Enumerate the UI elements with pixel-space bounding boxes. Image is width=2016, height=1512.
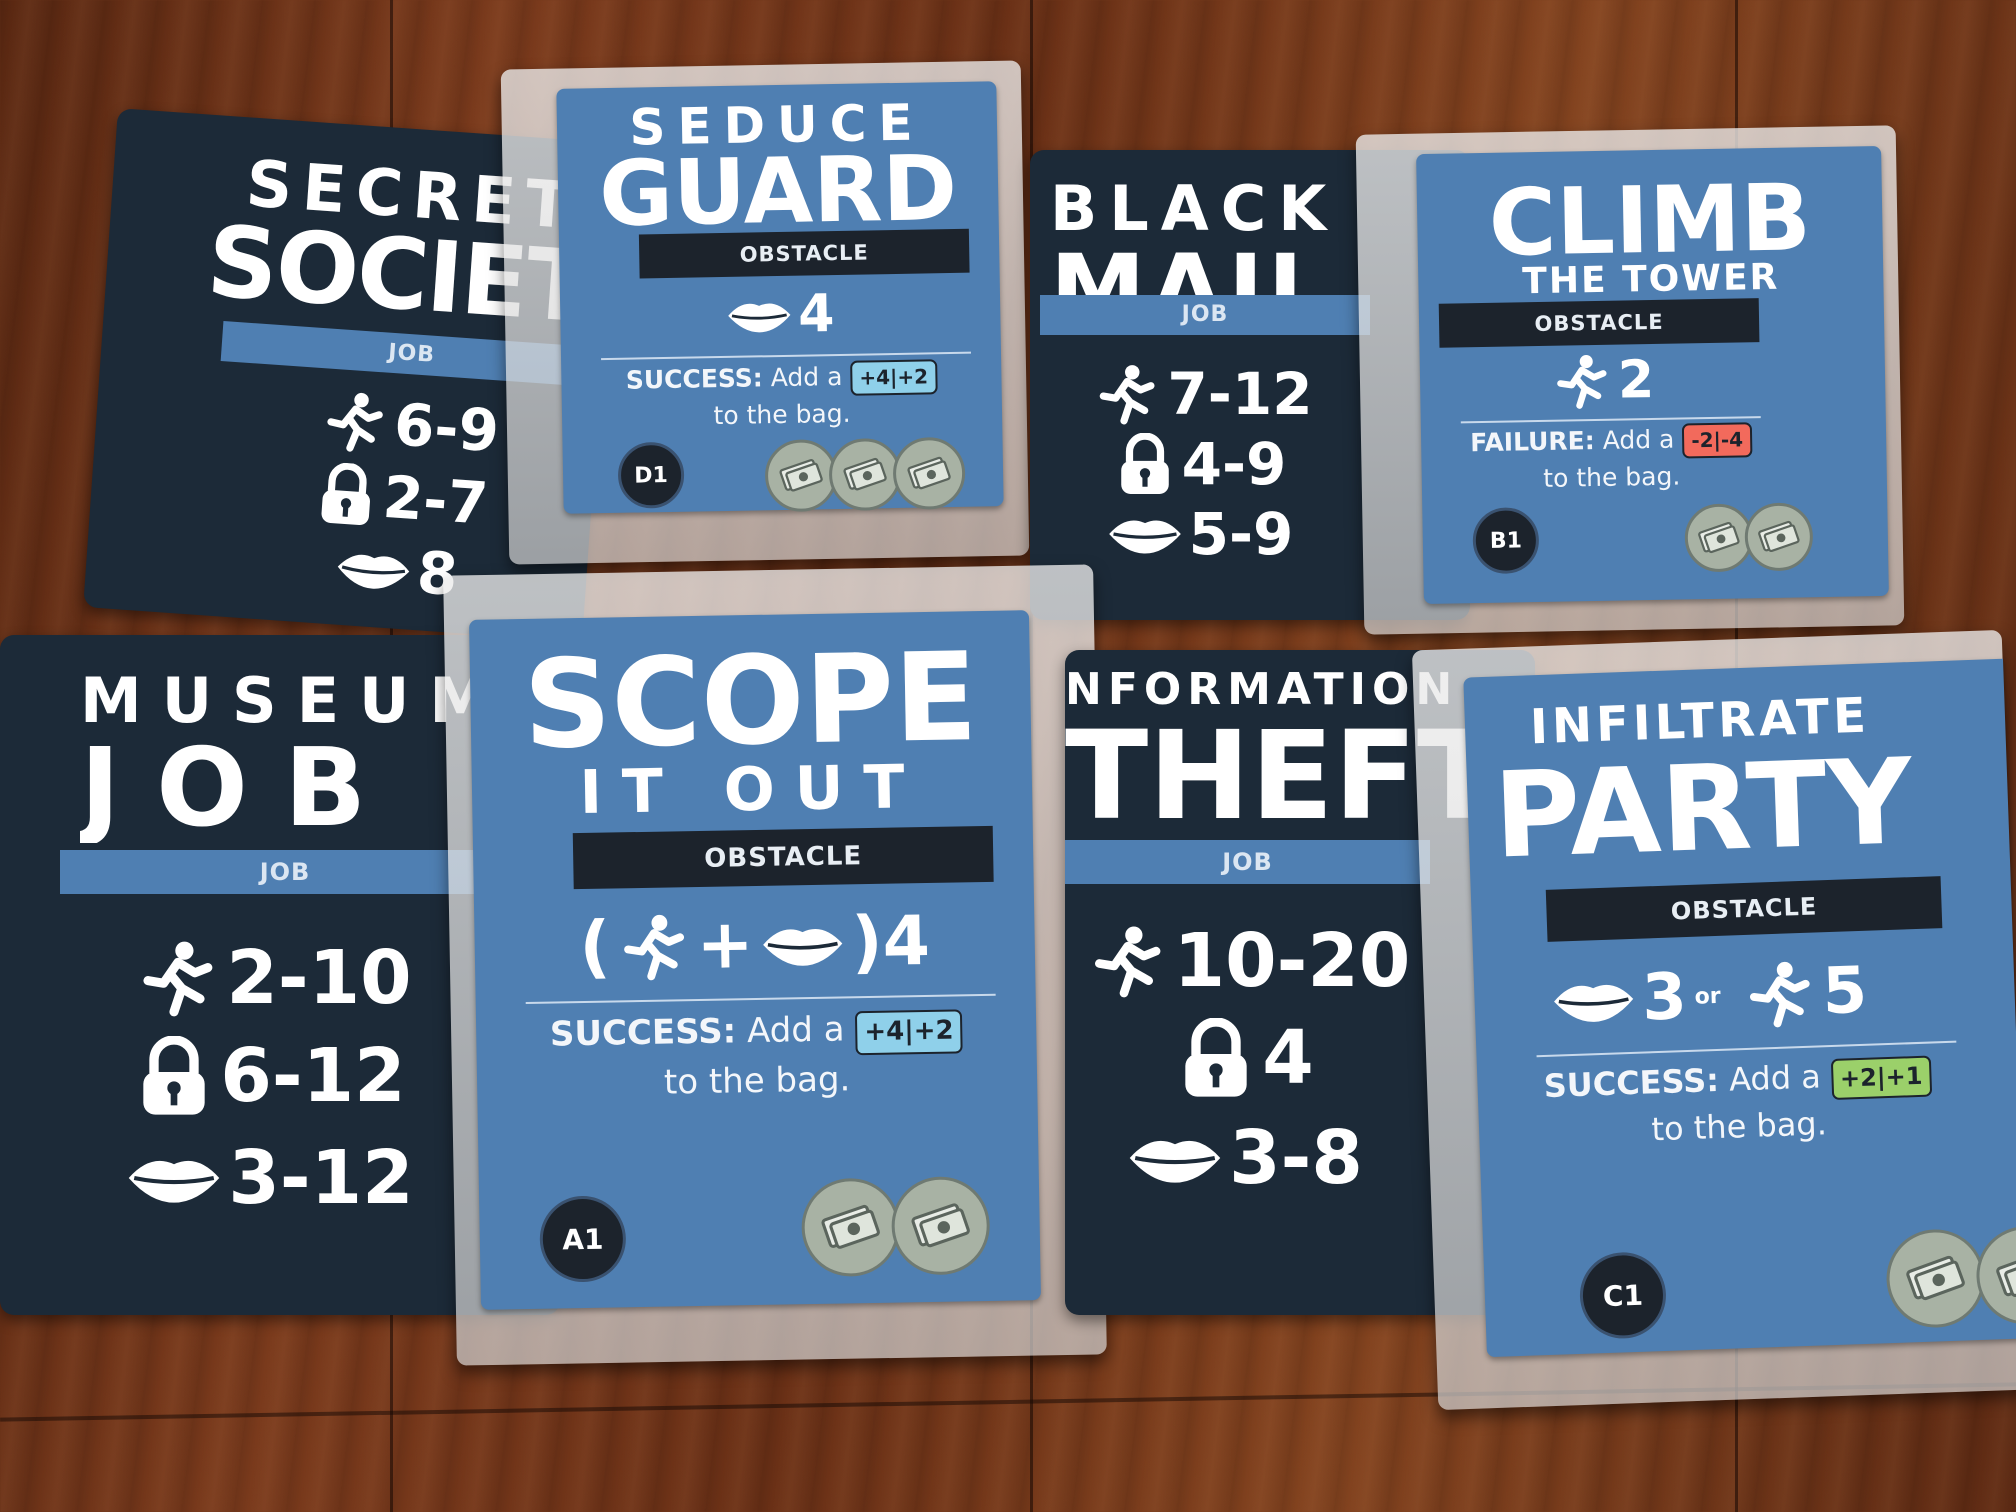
running-figure-icon — [1546, 353, 1613, 410]
cash-coin-icon — [1974, 1224, 2016, 1327]
token-chip: +4|+2 — [850, 359, 938, 396]
card-code: B1 — [1472, 507, 1540, 575]
running-figure-icon — [312, 388, 390, 455]
card-climb-tower[interactable]: CLIMB THE TOWER OBSTACLE 2 FAILURE: Add … — [1416, 145, 1889, 605]
card-type-label: JOB — [1040, 295, 1370, 335]
card-title-main: PARTY — [1491, 741, 1915, 876]
card-seduce-guard[interactable]: SEDUCE GUARD OBSTACLE 4 SUCCESS: Add a +… — [556, 81, 1004, 514]
card-title-main: CLIMB — [1487, 170, 1812, 272]
stat-run: 7-12 — [1030, 360, 1370, 428]
reward-coins — [764, 436, 966, 513]
lips-icon — [759, 919, 846, 968]
stat-run: 2-10 — [60, 935, 480, 1021]
effect-text: SUCCESS: Add a +4|+2 to the bag. — [476, 1002, 1038, 1111]
stat-charm: 3-8 — [1065, 1115, 1425, 1201]
card-code: A1 — [539, 1195, 627, 1283]
token-chip: +2|+1 — [1830, 1055, 1933, 1100]
card-title-main: SCOPE — [522, 635, 979, 767]
card-type-label: JOB — [60, 850, 510, 894]
running-figure-icon — [1080, 924, 1168, 998]
card-type-label: OBSTACLE — [638, 228, 970, 279]
lips-icon — [1551, 975, 1637, 1026]
stat-lock: 4-9 — [1030, 430, 1370, 498]
padlock-icon — [313, 461, 379, 527]
requirement: 2 — [1420, 348, 1781, 414]
cash-coin-icon — [1744, 502, 1814, 572]
lips-icon — [726, 296, 793, 335]
lips-icon — [1107, 512, 1183, 556]
effect-text: SUCCESS: Add a +2|+1 to the bag. — [1477, 1047, 2000, 1158]
stat-lock: 4 — [1065, 1015, 1425, 1101]
card-code: D1 — [617, 441, 685, 509]
card-type-label: OBSTACLE — [1438, 298, 1760, 348]
cash-coin-icon — [764, 439, 838, 513]
lips-icon — [1127, 1130, 1223, 1186]
running-figure-icon — [1087, 363, 1161, 425]
cash-coin-icon — [1884, 1227, 1987, 1330]
cash-coin-icon — [892, 436, 966, 511]
effect-text: SUCCESS: Add a +4|+2 to the bag. — [561, 356, 1002, 437]
card-title-sub: IT OUT — [579, 755, 926, 825]
stat-run: 10-20 — [1065, 918, 1425, 1004]
reward-coins — [1684, 502, 1814, 573]
running-figure-icon — [610, 912, 691, 981]
running-figure-icon — [128, 939, 220, 1017]
stat-lock: 6-12 — [60, 1033, 480, 1119]
card-type-label: OBSTACLE — [572, 825, 994, 890]
card-title-main: GUARD — [598, 143, 958, 241]
card-title-sub: THE TOWER — [1521, 257, 1780, 303]
lips-icon — [126, 1150, 222, 1206]
reward-coins — [800, 1175, 991, 1278]
requirement: 3 or 5 — [1473, 951, 1945, 1041]
stat-charm: 5-9 — [1030, 500, 1370, 568]
padlock-icon — [1176, 1018, 1256, 1098]
card-type-label: OBSTACLE — [1545, 876, 1943, 942]
requirement: ( + )4 — [578, 901, 931, 988]
card-type-label: JOB — [1065, 840, 1430, 884]
card-scope-it-out[interactable]: SCOPE IT OUT OBSTACLE ( + )4 SUCCESS: Ad… — [469, 610, 1041, 1310]
cash-coin-icon — [890, 1175, 991, 1276]
divider — [525, 993, 996, 1005]
reward-coins — [1884, 1224, 2016, 1330]
cash-coin-icon — [800, 1177, 901, 1278]
requirement: 4 — [560, 281, 1001, 349]
effect-text: FAILURE: Add a -2|-4 to the bag. — [1421, 419, 1802, 499]
card-infiltrate-party[interactable]: INFILTRATE PARTY OBSTACLE 3 or 5 SUCCESS… — [1463, 658, 2016, 1358]
card-code: C1 — [1578, 1250, 1668, 1340]
stat-charm: 3-12 — [60, 1135, 480, 1221]
token-chip: -2|-4 — [1682, 422, 1753, 459]
padlock-icon — [134, 1036, 214, 1116]
cash-coin-icon — [1684, 503, 1754, 573]
cash-coin-icon — [828, 437, 902, 512]
padlock-icon — [1114, 433, 1176, 495]
running-figure-icon — [1735, 959, 1817, 1030]
token-chip: +4|+2 — [854, 1009, 963, 1055]
lips-icon — [334, 545, 413, 594]
